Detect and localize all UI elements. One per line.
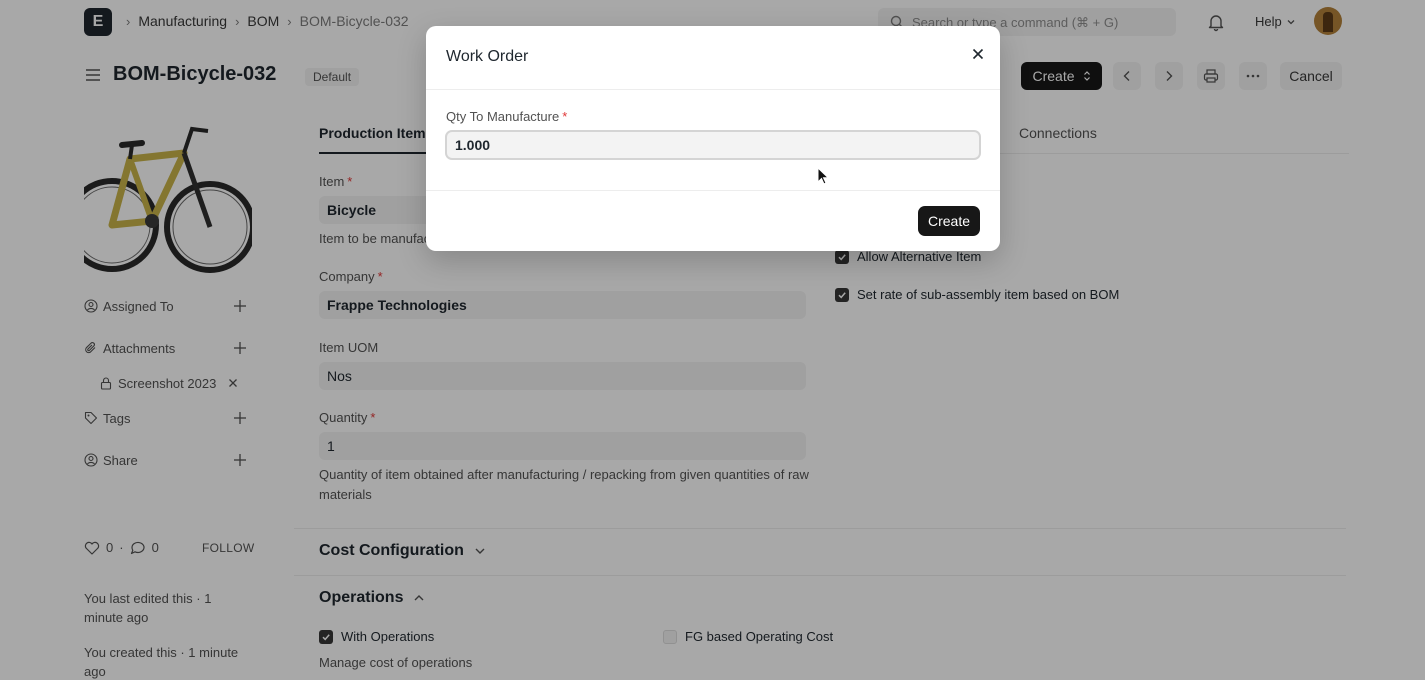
- qty-to-manufacture-input[interactable]: [445, 130, 981, 160]
- qty-to-manufacture-label: Qty To Manufacture *: [446, 109, 567, 124]
- modal-header-divider: [426, 89, 1000, 90]
- modal-create-button[interactable]: Create: [918, 206, 980, 236]
- required-marker: *: [562, 109, 568, 124]
- work-order-dialog: Work Order Qty To Manufacture* Create: [426, 26, 1000, 251]
- qty-label-text: Qty To Manufacture: [446, 109, 560, 124]
- close-icon: [972, 48, 984, 60]
- mouse-cursor-icon: [817, 167, 829, 185]
- modal-title: Work Order: [446, 48, 529, 65]
- modal-footer-divider: [426, 190, 1000, 191]
- modal-close-button[interactable]: [968, 44, 988, 64]
